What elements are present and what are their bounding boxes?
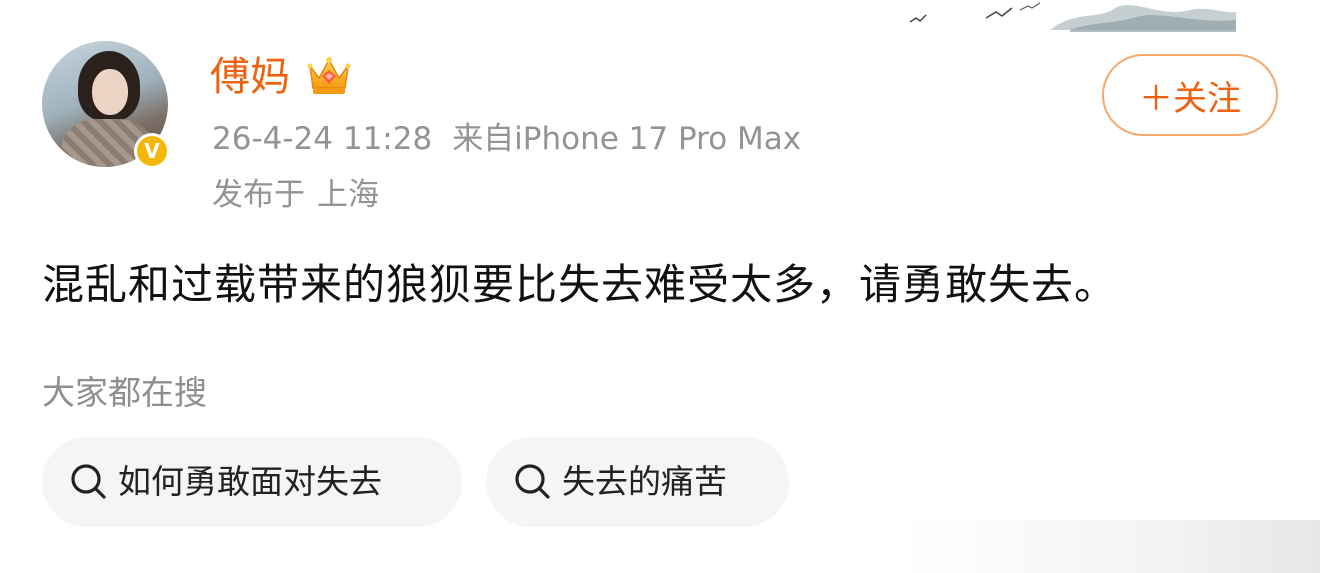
trending-search-chip[interactable]: 如何勇敢面对失去 bbox=[42, 437, 462, 527]
post-meta: 26-4-24 11:28 来自iPhone 17 Pro Max bbox=[212, 118, 801, 160]
post-text: 混乱和过载带来的狼狈要比失去难受太多，请勇敢失去。 bbox=[42, 260, 1118, 309]
author-name[interactable]: 傅妈 bbox=[210, 52, 290, 102]
trending-title: 大家都在搜 bbox=[42, 373, 207, 412]
author-avatar[interactable]: V bbox=[42, 41, 170, 169]
location-name: 上海 bbox=[317, 177, 379, 213]
bottom-fade-decoration bbox=[900, 520, 1320, 573]
header-landscape-decoration bbox=[909, 2, 1236, 32]
trending-search-chip[interactable]: 失去的痛苦 bbox=[486, 437, 789, 527]
follow-button[interactable]: ＋关注 bbox=[1102, 54, 1278, 136]
trending-search-label: 失去的痛苦 bbox=[562, 462, 727, 501]
location-prefix: 发布于 bbox=[212, 177, 305, 213]
post-timestamp: 26-4-24 11:28 bbox=[212, 121, 433, 157]
search-icon bbox=[515, 464, 550, 499]
search-icon bbox=[71, 464, 106, 499]
post-location: 发布于 上海 bbox=[212, 174, 379, 216]
verified-badge-icon: V bbox=[134, 133, 170, 169]
trending-search-label: 如何勇敢面对失去 bbox=[118, 462, 382, 501]
crown-icon bbox=[307, 57, 351, 94]
verified-badge-label: V bbox=[137, 136, 167, 166]
post-source: 来自iPhone 17 Pro Max bbox=[452, 121, 802, 157]
